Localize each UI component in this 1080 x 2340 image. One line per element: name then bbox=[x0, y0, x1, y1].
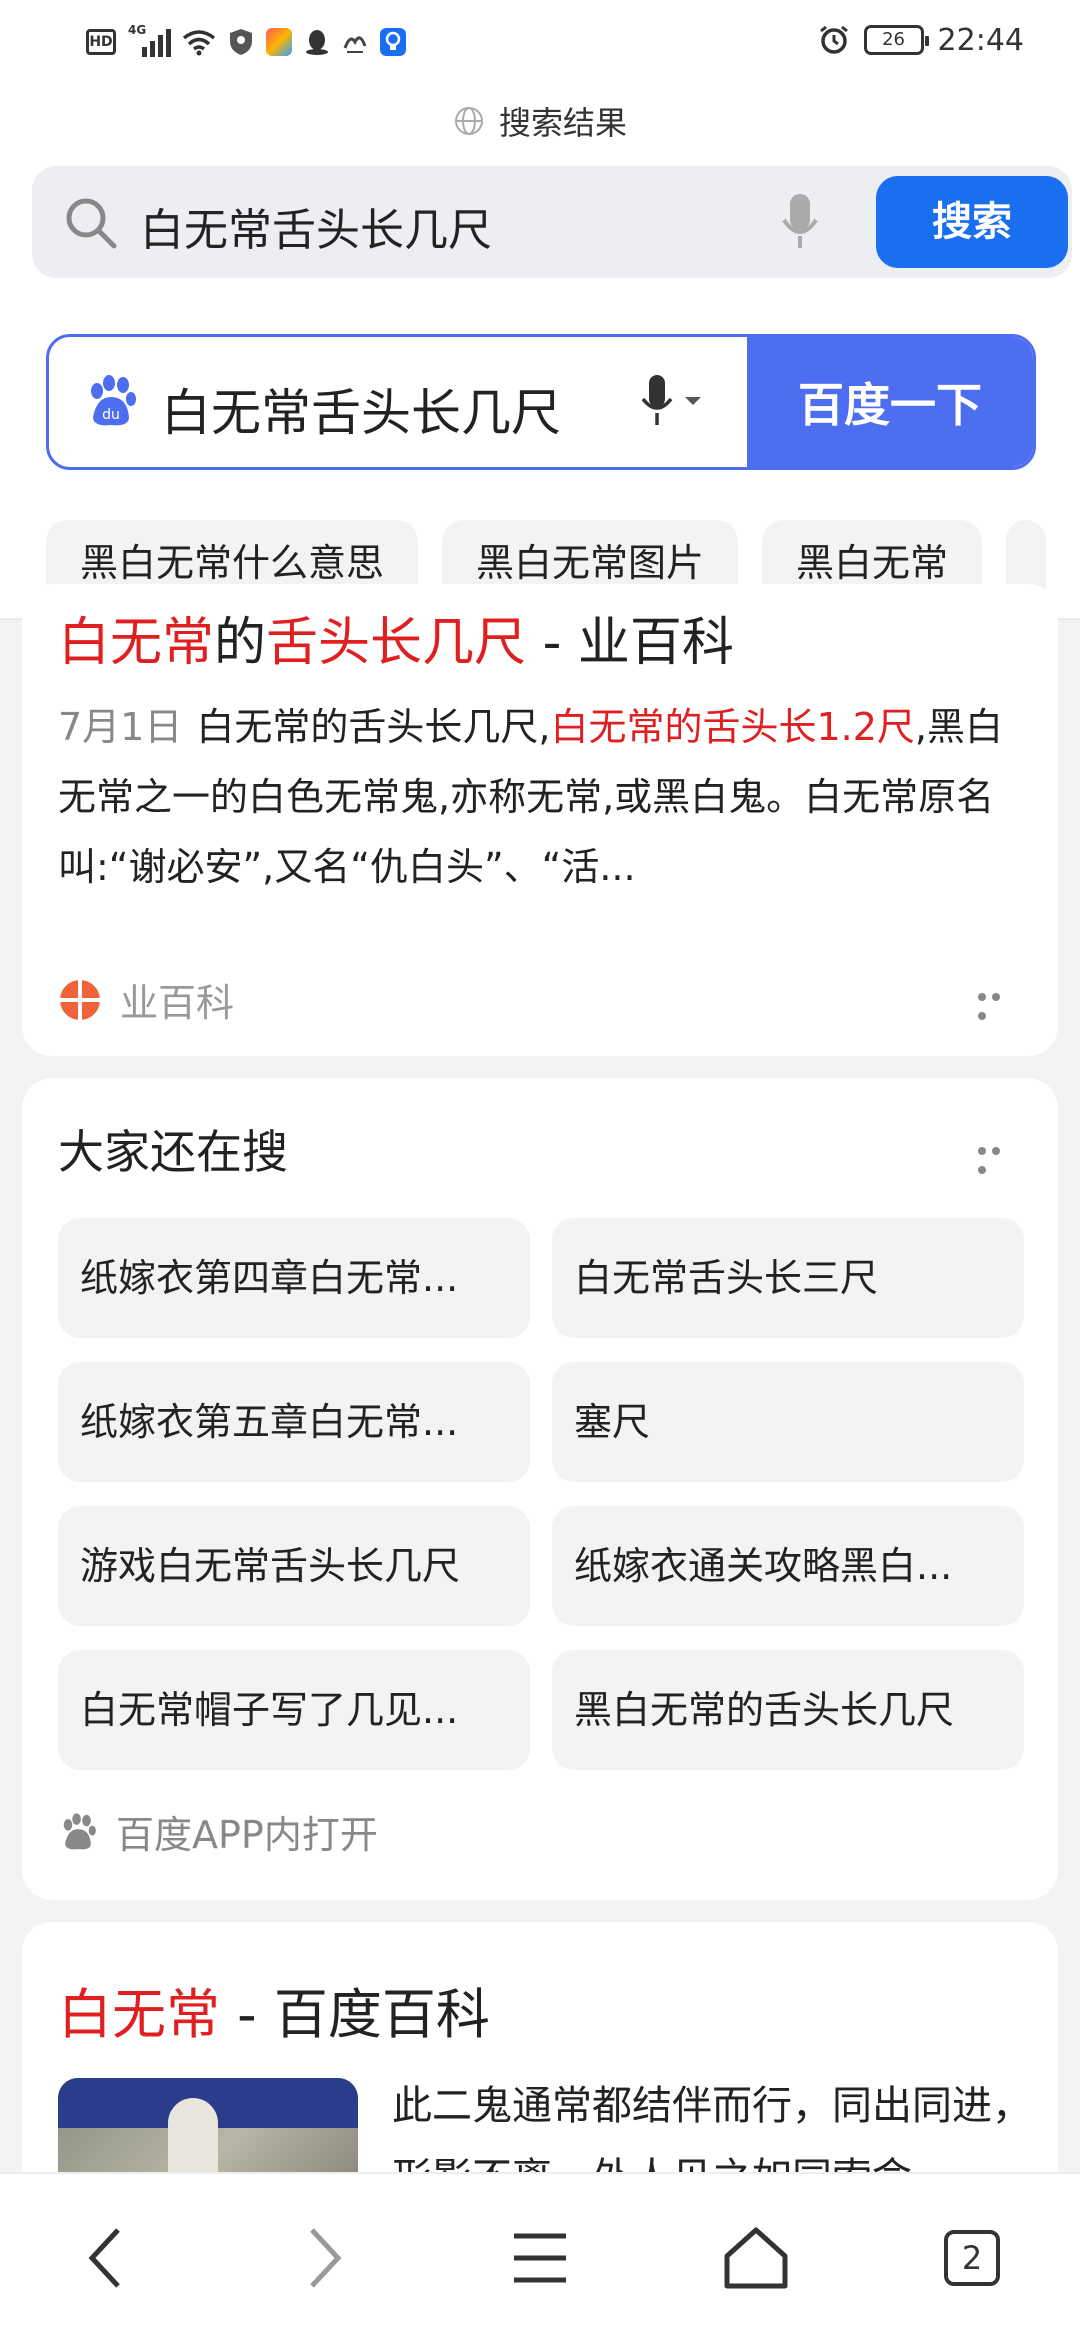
status-icons-left: HD 4G bbox=[86, 22, 406, 62]
lightbulb-app-icon bbox=[380, 28, 406, 56]
clock: 22:44 bbox=[937, 22, 1024, 58]
qq-icon bbox=[306, 30, 328, 55]
result-source[interactable]: 业百科 bbox=[58, 972, 234, 1027]
result-snippet: 此二鬼通常都结伴而行，同出同进，形影不离。外人见之如同索命 bbox=[392, 2083, 1032, 2172]
status-icons-right: 26 22:44 bbox=[818, 18, 1024, 62]
baidu-search-input[interactable]: 白无常舌头长几尺 bbox=[161, 373, 561, 445]
forward-arrow-icon bbox=[310, 2228, 342, 2288]
app-notification-icon bbox=[266, 28, 292, 56]
alarm-icon bbox=[819, 25, 848, 54]
related-search-item[interactable]: 黑白无常的舌头长几尺 bbox=[552, 1650, 1024, 1770]
yebaike-logo-icon bbox=[60, 979, 100, 1020]
svg-text:du: du bbox=[102, 407, 120, 423]
baidu-paw-icon bbox=[63, 1812, 96, 1849]
result-title[interactable]: 白无常 - 百度百科 bbox=[58, 1970, 490, 2049]
page-caption: 搜索结果 bbox=[0, 98, 1080, 144]
wifi-icon bbox=[182, 30, 216, 56]
open-in-app-label: 百度APP内打开 bbox=[116, 1813, 378, 1857]
related-search-item[interactable]: 游戏白无常舌头长几尺 bbox=[58, 1506, 530, 1626]
network-type-label: 4G bbox=[128, 23, 147, 37]
browser-bottom-nav: 2 bbox=[0, 2172, 1080, 2340]
related-search-item[interactable]: 白无常舌头长三尺 bbox=[552, 1218, 1024, 1338]
more-options-icon[interactable] bbox=[978, 986, 1018, 1020]
microphone-icon[interactable] bbox=[778, 190, 822, 254]
shield-icon bbox=[230, 29, 252, 55]
related-search-item[interactable]: 塞尺 bbox=[552, 1362, 1024, 1482]
menu-button[interactable] bbox=[500, 2218, 580, 2298]
baidu-search-box[interactable]: du 白无常舌头长几尺 百度一下 bbox=[46, 334, 1036, 470]
status-bar: HD 4G 26 22:44 bbox=[0, 0, 1080, 84]
study-app-icon bbox=[343, 36, 367, 53]
back-arrow-icon bbox=[88, 2228, 120, 2288]
back-button[interactable] bbox=[66, 2218, 146, 2298]
related-searches-grid: 纸嫁衣第四章白无常... 白无常舌头长三尺 纸嫁衣第五章白无常... 塞尺 游戏… bbox=[58, 1218, 1024, 1770]
menu-icon bbox=[514, 2233, 566, 2283]
related-search-item[interactable]: 纸嫁衣第四章白无常... bbox=[58, 1218, 530, 1338]
baidu-paw-icon: du bbox=[91, 375, 136, 426]
related-searches-card: 大家还在搜 纸嫁衣第四章白无常... 白无常舌头长三尺 纸嫁衣第五章白无常...… bbox=[22, 1078, 1058, 1900]
cellular-signal-icon: 4G bbox=[128, 23, 171, 57]
search-icon bbox=[66, 198, 117, 249]
related-search-item[interactable]: 白无常帽子写了几见... bbox=[58, 1650, 530, 1770]
home-icon bbox=[724, 2227, 788, 2289]
browser-search-input[interactable]: 白无常舌头长几尺 bbox=[140, 194, 492, 258]
home-button[interactable] bbox=[716, 2218, 796, 2298]
open-in-app-link[interactable]: 百度APP内打开 bbox=[58, 1804, 378, 1859]
baidu-search-button[interactable]: 百度一下 bbox=[747, 337, 1033, 467]
forward-button[interactable] bbox=[284, 2218, 364, 2298]
browser-search-button[interactable]: 搜索 bbox=[876, 176, 1068, 268]
related-searches-title: 大家还在搜 bbox=[58, 1125, 288, 1179]
result-date: 7月1日 bbox=[58, 705, 183, 749]
battery-indicator: 26 bbox=[863, 25, 929, 55]
page-caption-text: 搜索结果 bbox=[498, 104, 627, 142]
related-search-item[interactable]: 纸嫁衣第五章白无常... bbox=[58, 1362, 530, 1482]
tab-count: 2 bbox=[944, 2230, 1000, 2286]
related-search-item[interactable]: 纸嫁衣通关攻略黑白... bbox=[552, 1506, 1024, 1626]
result-snippet: 7月1日 白无常的舌头长几尺,白无常的舌头长1.2尺,黑白无常之一的白色无常鬼,亦… bbox=[58, 705, 1003, 889]
baidu-search-header: du 白无常舌头长几尺 百度一下 黑白无常什么意思 黑白无常图片 黑白无常 bbox=[0, 294, 1080, 620]
webpage-content: du 白无常舌头长几尺 百度一下 黑白无常什么意思 黑白无常图片 黑白无常 白无… bbox=[0, 294, 1080, 2172]
search-result-card[interactable]: 白无常的舌头长几尺 - 业百科 7月1日 白无常的舌头长几尺,白无常的舌头长1.2… bbox=[22, 584, 1058, 1056]
tabs-button[interactable]: 2 bbox=[932, 2218, 1012, 2298]
result-title[interactable]: 白无常的舌头长几尺 - 业百科 bbox=[58, 600, 734, 675]
result-thumbnail[interactable] bbox=[58, 2078, 358, 2172]
more-options-icon[interactable] bbox=[978, 1140, 1018, 1174]
hd-icon: HD bbox=[86, 29, 116, 55]
globe-icon bbox=[454, 107, 483, 135]
voice-search-icon[interactable] bbox=[639, 373, 711, 429]
browser-toolbar: 搜索结果 白无常舌头长几尺 搜索 bbox=[0, 84, 1080, 294]
result-source-name: 业百科 bbox=[120, 981, 235, 1025]
baike-result-card[interactable]: 白无常 - 百度百科 此二鬼通常都结伴而行，同出同进，形影不离。外人见之如同索命 bbox=[22, 1922, 1058, 2172]
browser-search-bar[interactable]: 白无常舌头长几尺 搜索 bbox=[32, 166, 1072, 278]
